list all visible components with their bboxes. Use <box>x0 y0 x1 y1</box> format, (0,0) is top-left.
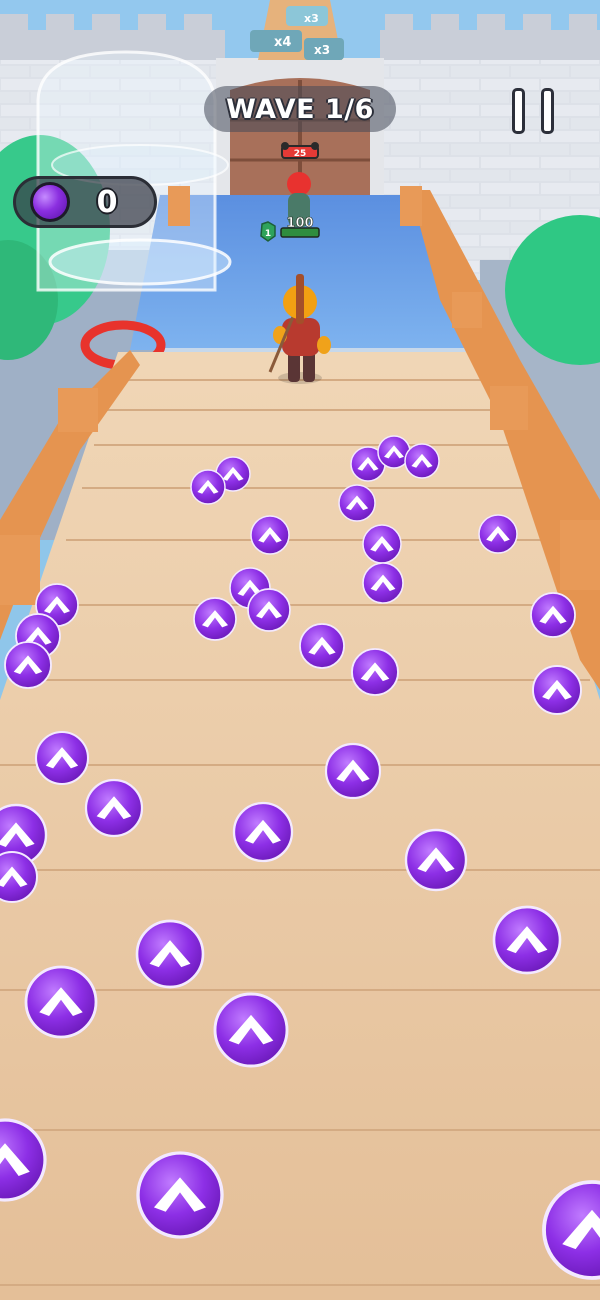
purple-gem <box>136 1151 224 1239</box>
purple-gem <box>532 665 582 715</box>
purple-gem <box>135 919 205 989</box>
purple-gem <box>362 562 404 604</box>
purple-gem <box>404 443 440 479</box>
purple-gem <box>492 905 562 975</box>
pause-button[interactable] <box>512 88 554 136</box>
glass-capsule <box>36 50 232 292</box>
purple-gem <box>299 623 345 669</box>
purple-gem <box>351 648 399 696</box>
purple-gem <box>250 515 290 555</box>
enemy-hp-value: 100 <box>286 216 313 231</box>
purple-gem <box>232 801 294 863</box>
purple-gem <box>478 514 518 554</box>
purple-gem <box>24 965 98 1039</box>
purple-gem <box>404 828 468 892</box>
purple-gem <box>84 778 144 838</box>
purple-gem-icon <box>30 182 70 222</box>
ramp-multiplier-right: x3 <box>314 43 330 57</box>
enemy-health-value: 25 <box>294 149 307 159</box>
purple-gem <box>530 592 576 638</box>
purple-gem <box>362 524 402 564</box>
purple-gem <box>247 588 291 632</box>
purple-gem <box>190 469 226 505</box>
purple-gem <box>338 484 376 522</box>
purple-gem <box>193 597 237 641</box>
ramp-multiplier-left: x4 <box>274 35 291 50</box>
purple-gem <box>4 641 52 689</box>
gem-count: 0 <box>96 184 118 220</box>
wave-indicator: WAVE 1/6 <box>204 86 396 132</box>
purple-gem <box>324 742 382 800</box>
wave-label: WAVE 1/6 <box>226 93 374 125</box>
ramp-multiplier-top: x3 <box>304 12 319 25</box>
purple-gem <box>213 992 289 1068</box>
pause-icon-right-bar <box>541 88 554 134</box>
purple-gem <box>34 730 90 786</box>
gem-counter: 0 <box>13 176 157 228</box>
enemy-shield-level: 1 <box>265 229 271 239</box>
pause-icon <box>512 88 525 134</box>
wooden-deck <box>0 352 600 1300</box>
